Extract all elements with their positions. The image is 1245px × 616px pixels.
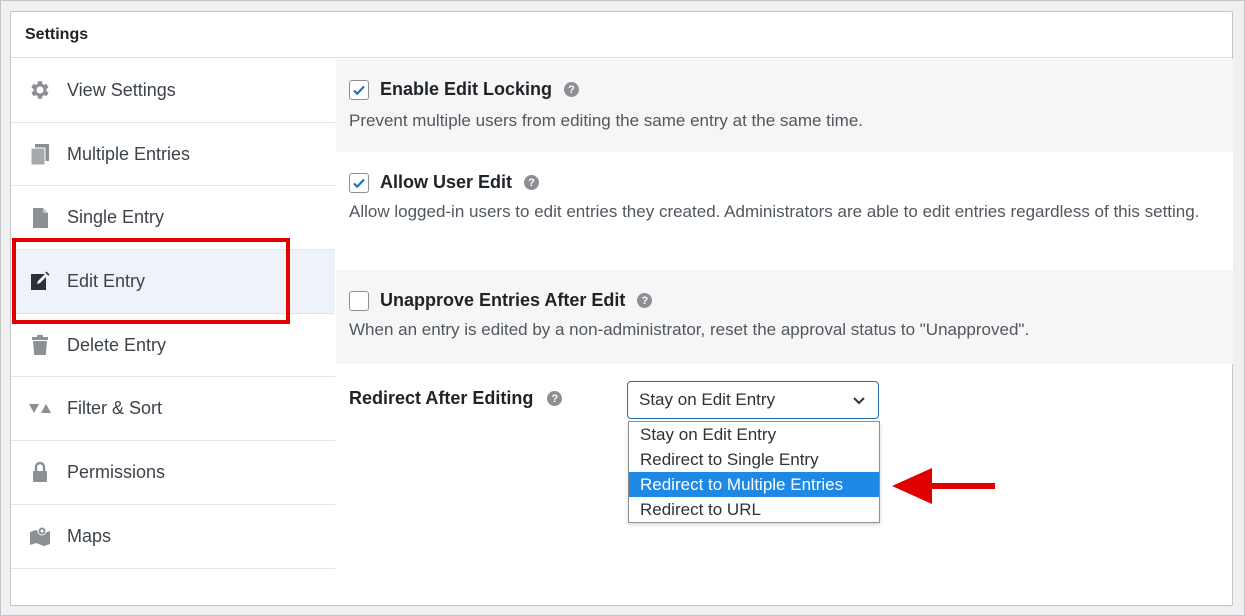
- page-icon: [27, 205, 53, 231]
- trash-icon: [27, 332, 53, 358]
- setting-user-edit: Allow User Edit ? Allow logged-in users …: [336, 152, 1233, 270]
- chevron-down-icon: [853, 397, 865, 405]
- redirect-dropdown: Stay on Edit Entry Redirect to Single En…: [628, 421, 880, 523]
- unapprove-checkbox[interactable]: [349, 290, 369, 311]
- select-value: Stay on Edit Entry: [639, 390, 776, 409]
- help-icon[interactable]: ?: [524, 175, 540, 190]
- setting-description: Prevent multiple users from editing the …: [349, 111, 864, 130]
- setting-description: When an entry is edited by a non-adminis…: [349, 320, 1030, 339]
- sidebar-item-permissions[interactable]: Permissions: [11, 441, 335, 505]
- edit-locking-checkbox[interactable]: [349, 79, 369, 100]
- sidebar-item-maps[interactable]: Maps: [11, 505, 335, 569]
- dropdown-option[interactable]: Stay on Edit Entry: [629, 422, 879, 447]
- filter-icon: [27, 396, 53, 422]
- redirect-select[interactable]: Stay on Edit Entry: [627, 381, 879, 419]
- dropdown-option-highlighted[interactable]: Redirect to Multiple Entries: [629, 472, 879, 497]
- sidebar-item-label: Filter & Sort: [67, 398, 163, 419]
- setting-label: Allow User Edit: [380, 172, 513, 192]
- map-icon: [27, 523, 53, 549]
- dropdown-option[interactable]: Redirect to URL: [629, 497, 879, 522]
- setting-label: Unapprove Entries After Edit: [380, 290, 626, 310]
- annotation-arrow-icon: [892, 468, 995, 504]
- redirect-label-group: Redirect After Editing ?: [349, 388, 563, 409]
- sidebar-item-filter-sort[interactable]: Filter & Sort: [11, 377, 335, 442]
- setting-unapprove: Unapprove Entries After Edit ? When an e…: [336, 270, 1233, 364]
- sidebar-item-label: View Settings: [67, 79, 176, 100]
- sidebar-item-view-settings[interactable]: View Settings: [11, 59, 335, 123]
- annotation-highlight-box: [12, 238, 290, 324]
- panel-title: Settings: [11, 12, 1232, 58]
- setting-edit-locking: Enable Edit Locking ? Prevent multiple u…: [336, 59, 1233, 152]
- help-icon[interactable]: ?: [564, 82, 580, 97]
- user-edit-checkbox[interactable]: [349, 172, 369, 193]
- help-icon[interactable]: ?: [637, 293, 653, 308]
- setting-redirect: Redirect After Editing ? Stay on Edit En…: [336, 364, 1233, 564]
- sidebar-item-label: Multiple Entries: [67, 143, 191, 164]
- sidebar-item-label: Permissions: [67, 461, 166, 482]
- sidebar-item-multiple-entries[interactable]: Multiple Entries: [11, 123, 335, 187]
- sidebar-item-label: Single Entry: [67, 207, 165, 228]
- dropdown-option[interactable]: Redirect to Single Entry: [629, 447, 879, 472]
- setting-description: Allow logged-in users to edit entries th…: [349, 202, 1200, 221]
- setting-label: Enable Edit Locking: [380, 79, 553, 99]
- setting-label: Redirect After Editing: [349, 388, 534, 408]
- sidebar-item-label: Delete Entry: [67, 334, 167, 355]
- sidebar-item-label: Maps: [67, 525, 112, 546]
- lock-icon: [27, 459, 53, 485]
- gear-icon: [27, 77, 53, 103]
- help-icon[interactable]: ?: [547, 391, 563, 406]
- settings-content: Enable Edit Locking ? Prevent multiple u…: [336, 59, 1233, 605]
- copy-icon: [27, 141, 53, 167]
